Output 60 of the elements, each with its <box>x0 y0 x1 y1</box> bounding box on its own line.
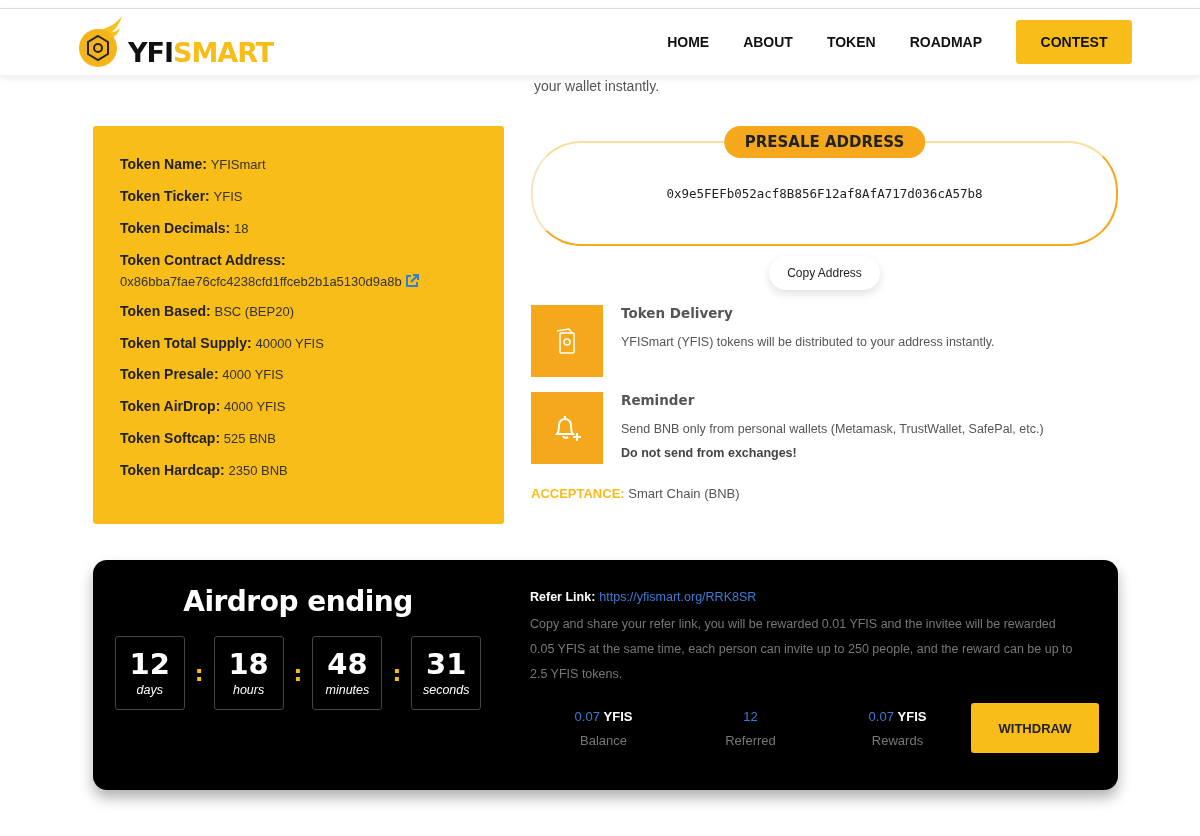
info-label: Token Contract Address: <box>120 251 286 268</box>
airdrop-title: Airdrop ending <box>183 585 413 618</box>
acceptance-value: Smart Chain (BNB) <box>628 486 740 501</box>
presale-title: PRESALE ADDRESS <box>723 126 926 158</box>
feature-title: Reminder <box>621 392 696 408</box>
stat-label: Rewards <box>870 732 925 748</box>
info-value: 18 <box>234 220 249 236</box>
external-link-icon[interactable] <box>404 274 419 289</box>
info-value: 4000 YFIS <box>224 399 286 415</box>
info-label: Token Ticker: <box>120 187 210 204</box>
countdown-unit: seconds <box>422 682 470 697</box>
info-value: 525 BNB <box>223 431 276 447</box>
feature-title: Token Delivery <box>621 305 734 321</box>
stat-label: Balance <box>579 732 628 748</box>
logo-text: YFISMART <box>128 37 274 68</box>
countdown-unit: days <box>136 682 163 697</box>
feature-text: Send BNB only from personal wallets (Metamask, TrustWallet, SafePal, etc.) <box>621 422 1045 436</box>
separator: : <box>293 660 303 686</box>
countdown-value: 12 <box>129 649 170 679</box>
stat-value: 0.07 YFIS <box>867 708 928 724</box>
info-value: YFISmart <box>210 157 266 172</box>
contest-button[interactable]: CONTEST <box>1016 20 1132 64</box>
stat-value: 0.07 YFIS <box>573 708 634 724</box>
withdraw-button[interactable]: WITHDRAW <box>971 703 1099 753</box>
presale-address: 0x9e5FEFb052acf8B856F12af8AfA717d036cA57b8 <box>666 186 983 201</box>
info-value: 0x86bba7fae76cfc4238cfd1ffceb2b1a5130d9a8b <box>120 273 402 289</box>
refer-description: Copy and share your refer link, you will be rewarded 0.01 YFIS and the invitee will be rewarded 0.05 YFIS at the same time, each person can invite up to 250 people, and the reward can be up to 2.5 YFIS tokens. <box>530 616 1074 683</box>
info-label: Token AirDrop: <box>120 398 221 415</box>
info-value: YFIS <box>213 188 243 204</box>
acceptance-label: ACCEPTANCE: <box>531 486 625 501</box>
info-label: Token Based: <box>120 302 211 319</box>
countdown-value: 18 <box>228 649 269 679</box>
refer-label: Refer Link: <box>530 590 596 604</box>
stat-value: 12 <box>742 708 759 724</box>
info-label: Token Hardcap: <box>120 462 225 479</box>
warning-text: Do not send from exchanges! <box>621 446 798 460</box>
separator: : <box>392 660 402 686</box>
info-label: Token Decimals: <box>120 219 231 236</box>
info-label: Token Name: <box>120 156 207 172</box>
info-label: Token Softcap: <box>120 430 221 447</box>
info-label: Token Presale: <box>120 366 219 383</box>
stat-label: Referred <box>724 732 777 748</box>
nav-link[interactable]: ABOUT <box>743 34 793 50</box>
nav-link[interactable]: ROADMAP <box>909 34 982 50</box>
countdown-value: 48 <box>327 649 368 679</box>
info-value: 40000 YFIS <box>255 335 324 351</box>
countdown-unit: minutes <box>325 682 370 697</box>
info-value: 2350 BNB <box>228 463 288 479</box>
copy-address-button[interactable]: Copy Address <box>769 256 880 290</box>
countdown-value: 31 <box>426 649 467 679</box>
nav-link[interactable]: HOME <box>667 34 710 50</box>
partial-text: your wallet instantly. <box>534 78 659 94</box>
info-value: BSC (BEP20) <box>214 303 294 319</box>
nav-link[interactable]: TOKEN <box>826 34 876 50</box>
countdown-unit: hours <box>232 682 265 697</box>
separator: : <box>194 660 204 686</box>
feature-text: YFISmart (YFIS) tokens will be distributed to your address instantly. <box>621 335 996 349</box>
info-label: Token Total Supply: <box>120 334 252 351</box>
refer-link[interactable]: https://yfismart.org/RRK8SR <box>599 590 757 604</box>
info-value: 4000 YFIS <box>222 367 284 383</box>
